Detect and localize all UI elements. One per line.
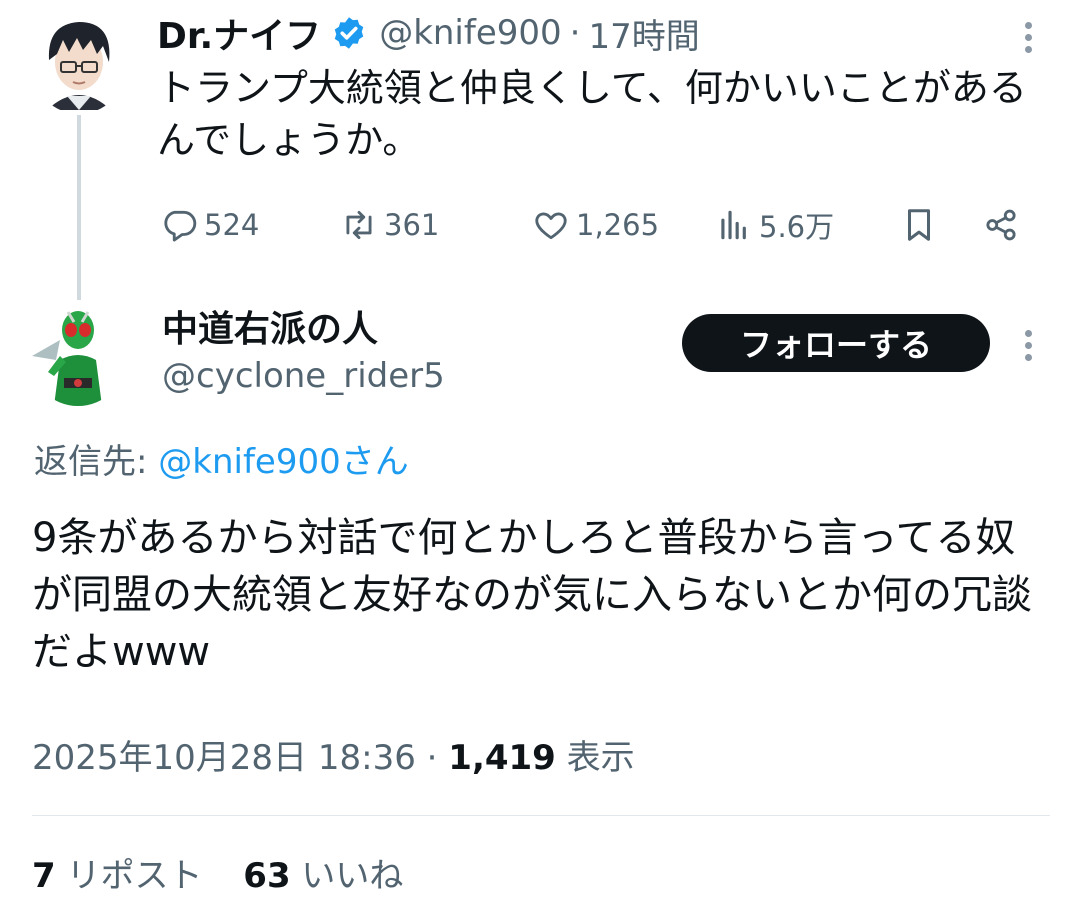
- follow-button[interactable]: フォローする: [682, 314, 990, 372]
- view-label: 表示: [555, 738, 635, 778]
- replying-to-link[interactable]: @knife900さん: [158, 442, 408, 482]
- reply-handle[interactable]: @cyclone_rider5: [162, 356, 445, 396]
- like-button[interactable]: 1,265: [532, 200, 659, 250]
- tweet-timestamp[interactable]: 2025年10月28日 18:36: [32, 738, 416, 778]
- repost-stat[interactable]: 7 リポスト: [32, 856, 202, 896]
- share-button[interactable]: [982, 200, 1026, 250]
- view-count: 5.6万: [759, 210, 835, 244]
- repost-stat-count: 7: [32, 856, 56, 896]
- reply-count: 524: [204, 208, 260, 242]
- views-button[interactable]: 5.6万: [715, 200, 834, 250]
- reply-avatar[interactable]: [30, 300, 126, 406]
- reply-button[interactable]: 524: [160, 200, 259, 250]
- meta-separator: ·: [415, 738, 449, 778]
- repost-button[interactable]: 361: [340, 200, 439, 250]
- parent-avatar[interactable]: [33, 10, 125, 114]
- parent-tweet-text: トランプ大統領と仲良くして、何かいいことがあるんでしょうか。: [157, 66, 1027, 162]
- like-stat[interactable]: 63 いいね: [243, 856, 403, 896]
- divider: [32, 815, 1050, 816]
- engagement-stats: 7 リポスト 63 いいね: [32, 848, 403, 897]
- reply-icon: [164, 210, 197, 242]
- parent-action-bar: 524 361 1,265 5.6万: [160, 200, 1040, 250]
- view-total: 1,419: [448, 738, 556, 778]
- heart-icon: [535, 212, 567, 240]
- bookmark-button[interactable]: [900, 200, 944, 250]
- thread-connector-line: [77, 115, 81, 300]
- parent-timestamp[interactable]: 17時間: [588, 9, 699, 58]
- share-icon: [986, 209, 1016, 241]
- repost-count: 361: [384, 208, 440, 242]
- parent-display-name[interactable]: Dr.ナイフ: [157, 7, 321, 59]
- replying-to: 返信先: @knife900さん: [34, 434, 409, 483]
- like-count: 1,265: [576, 208, 660, 242]
- replying-to-prefix: 返信先:: [34, 442, 159, 482]
- parent-tweet-header: Dr.ナイフ @knife900 · 17時間: [157, 8, 700, 58]
- reply-display-name[interactable]: 中道右派の人: [162, 300, 378, 352]
- bookmark-icon: [907, 209, 931, 241]
- like-stat-count: 63: [243, 856, 291, 896]
- reply-tweet-text: 9条があるから対話で何とかしろと普段から言ってる奴が同盟の大統領と友好なのが気に…: [32, 515, 1032, 675]
- header-separator: ·: [569, 13, 581, 53]
- verified-badge-icon: [334, 17, 364, 49]
- tweet-meta: 2025年10月28日 18:36 · 1,419 表示: [32, 730, 635, 779]
- repost-icon: [346, 210, 372, 240]
- reply-more-vertical-icon[interactable]: [1024, 330, 1034, 366]
- parent-more-vertical-icon[interactable]: [1024, 22, 1034, 58]
- repost-stat-label: リポスト: [55, 856, 203, 896]
- like-stat-label: いいね: [290, 856, 404, 896]
- parent-handle[interactable]: @knife900: [379, 13, 561, 53]
- views-bar-chart-icon: [721, 210, 746, 240]
